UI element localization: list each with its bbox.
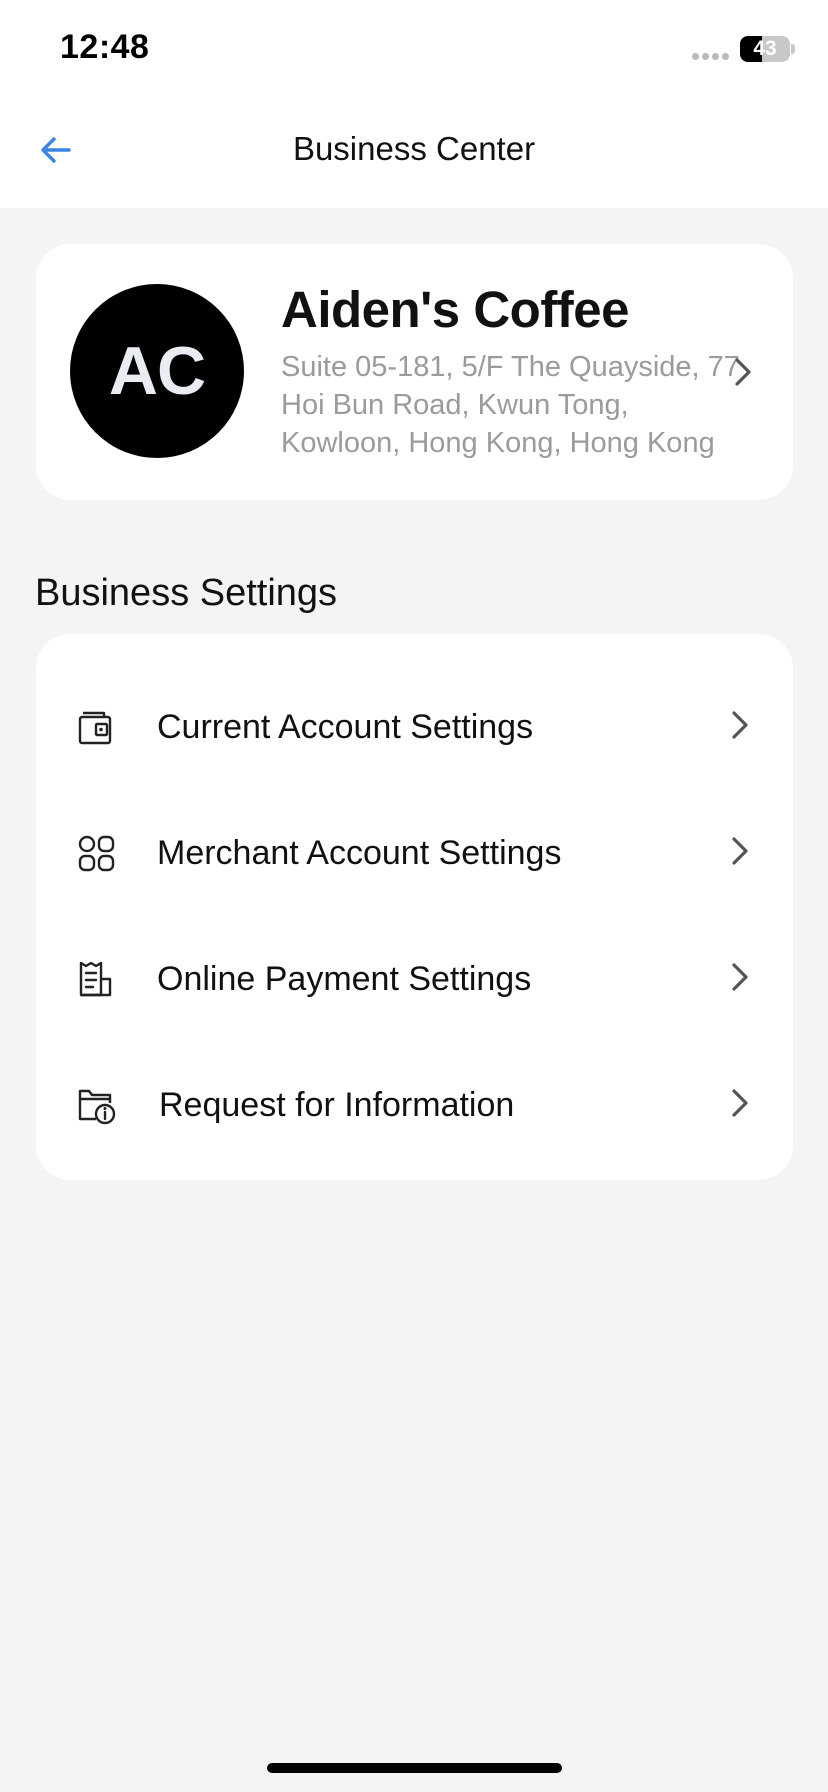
avatar-initials: AC [108, 333, 206, 409]
settings-item-label: Current Account Settings [157, 708, 534, 746]
chevron-right-icon [732, 837, 748, 865]
page-title: Business Center [292, 130, 536, 167]
section-title: Business Settings [35, 572, 338, 614]
chevron-right-icon [732, 711, 748, 739]
settings-item-merchant-account[interactable]: Merchant Account Settings [36, 790, 793, 916]
wallet-icon [78, 711, 112, 745]
status-time: 12:48 [60, 28, 150, 66]
business-name: Aiden's Coffee [281, 281, 630, 338]
settings-item-online-payment[interactable]: Online Payment Settings [36, 916, 793, 1042]
battery-tip [791, 44, 795, 54]
home-indicator[interactable] [267, 1763, 562, 1773]
signal-icon [692, 53, 729, 60]
navigation-bar: Business Center [0, 100, 828, 208]
settings-item-label: Merchant Account Settings [157, 834, 562, 872]
chevron-right-icon [732, 1089, 748, 1117]
settings-item-label: Request for Information [159, 1086, 515, 1124]
folder-info-icon [78, 1089, 116, 1125]
status-bar: 12:48 43 [0, 0, 828, 100]
chevron-right-icon [735, 358, 751, 386]
settings-item-label: Online Payment Settings [157, 960, 532, 998]
receipt-icon [79, 961, 112, 997]
grid-icon [78, 835, 115, 872]
settings-item-request-information[interactable]: Request for Information [36, 1042, 793, 1168]
business-address: Suite 05-181, 5/F The Quayside, 77 Hoi B… [281, 351, 740, 459]
business-center-screen: 12:48 43 Business Center AC Aiden's Coff… [0, 0, 828, 1792]
avatar: AC [70, 284, 244, 458]
battery-icon: 43 [740, 36, 790, 62]
battery-level: 43 [753, 37, 777, 60]
business-profile-card[interactable]: AC Aiden's Coffee Suite 05-181, 5/F The … [36, 244, 793, 500]
chevron-right-icon [732, 963, 748, 991]
settings-list: Current Account Settings Merchant Accoun… [36, 634, 793, 1180]
settings-item-current-account[interactable]: Current Account Settings [36, 664, 793, 790]
